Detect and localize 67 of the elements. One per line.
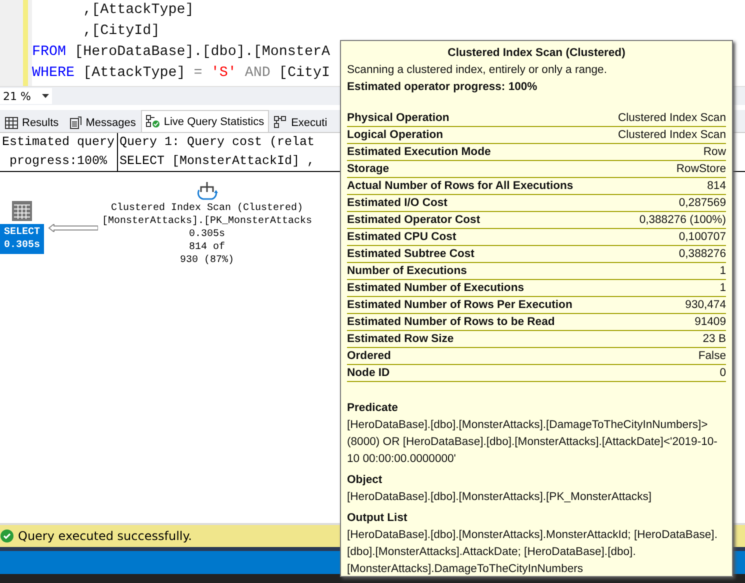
property-name: Estimated CPU Cost: [347, 230, 456, 245]
property-value: 0: [720, 366, 726, 381]
grid-icon: [5, 116, 18, 128]
property-name: Estimated Number of Rows to be Read: [347, 315, 555, 330]
node-text: 0.305s: [189, 228, 226, 241]
property-value: 930,474: [685, 298, 726, 313]
section-heading: Object: [347, 473, 384, 488]
property-name: Number of Executions: [347, 264, 467, 279]
property-name: Physical Operation: [347, 111, 450, 126]
property-value: Clustered Index Scan: [618, 128, 726, 143]
property-value: 91409: [694, 315, 726, 330]
query-cost-text: Query 1: Query cost (relat: [118, 134, 316, 151]
code-line: ,[AttackType]: [82, 1, 195, 20]
property-value: Clustered Index Scan: [618, 111, 726, 126]
node-text: [MonsterAttacks].[PK_MonsterAttacks: [102, 215, 312, 228]
property-value: 0,388276: [678, 247, 726, 262]
section-text: [HeroDataBase].[dbo].[MonsterAttacks].[DamageToTheCityInNumbers]>(8000) OR [HeroDataBase].[dbo].[MonsterAttacks].[AttackDate]<'2019-10-10 00:00:00.0000000': [347, 418, 718, 467]
zoom-dropdown[interactable]: 21 %: [0, 88, 52, 104]
property-value: RowStore: [676, 162, 726, 177]
flow-arrow: [48, 224, 98, 232]
status-message: Query executed successfully.: [18, 529, 192, 543]
property-name: Estimated Operator Cost: [347, 213, 480, 228]
property-value: 1: [720, 264, 726, 279]
estimate-text: Estimated query: [0, 133, 118, 152]
document-icon: [68, 116, 82, 129]
check-icon: [0, 529, 14, 543]
property-name: Estimated Number of Rows Per Execution: [347, 298, 572, 313]
property-name: Storage: [347, 162, 390, 177]
property-name: Actual Number of Rows for All Executions: [347, 179, 574, 194]
code-line: FROM [HeroDataBase].[dbo].[MonsterA: [32, 43, 330, 62]
tooltip-title: Clustered Index Scan (Clustered): [446, 47, 626, 59]
property-name: Estimated Number of Executions: [347, 281, 524, 296]
table-icon: [11, 200, 33, 222]
property-value: 23 B: [702, 332, 726, 347]
property-name: Estimated Subtree Cost: [347, 247, 474, 262]
caret-icon: [42, 94, 49, 98]
plan-icon: [274, 116, 288, 129]
node-text: 814 of: [189, 241, 226, 254]
index-scan-icon: [196, 180, 218, 202]
property-value: 1: [720, 281, 726, 296]
property-value: 0,287569: [678, 196, 726, 211]
property-value: Row: [703, 145, 726, 160]
node-text: Clustered Index Scan (Clustered): [111, 202, 304, 215]
estimate-text: progress:100%: [0, 152, 118, 171]
plan-check-icon: [146, 115, 160, 128]
property-value: 0,388276 (100%): [639, 213, 726, 228]
property-name: Estimated I/O Cost: [347, 196, 448, 211]
property-value: 0,100707: [678, 230, 726, 245]
section-heading: Predicate: [347, 401, 399, 416]
result-tab[interactable]: Live Query Statistics: [140, 110, 270, 132]
estimate-summary: Estimated operator progress: 100%: [347, 80, 538, 95]
property-name: Estimated Row Size: [347, 332, 454, 347]
section-text: [HeroDataBase].[dbo].[MonsterAttacks].[PK_MonsterAttacks]: [347, 490, 653, 505]
property-name: Estimated Execution Mode: [347, 145, 491, 160]
section-text: [HeroDataBase].[dbo].[MonsterAttacks].MonsterAttackId; [HeroDataBase].[dbo].[MonsterAttacks].AttackDate; [HeroDataBase].[dbo].[MonsterAttacks].DamageToTheCityInNumbers: [347, 528, 718, 577]
code-line: ,[CityId]: [82, 22, 161, 41]
property-name: Node ID: [347, 366, 390, 381]
tooltip-description: Scanning a clustered index, entirely or only a range.: [347, 63, 608, 78]
query-text: SELECT [MonsterAttackId] ,: [118, 153, 316, 170]
node-text: 930 (87%): [180, 254, 234, 267]
property-name: Ordered: [347, 349, 391, 364]
code-line: WHERE [AttackType] = 'S' AND [CityI: [32, 64, 330, 83]
property-value: False: [698, 349, 726, 364]
section-heading: Output List: [347, 511, 408, 526]
property-name: Logical Operation: [347, 128, 444, 143]
property-value: 814: [707, 179, 726, 194]
select-node[interactable]: SELECT 0.305s: [0, 224, 44, 254]
